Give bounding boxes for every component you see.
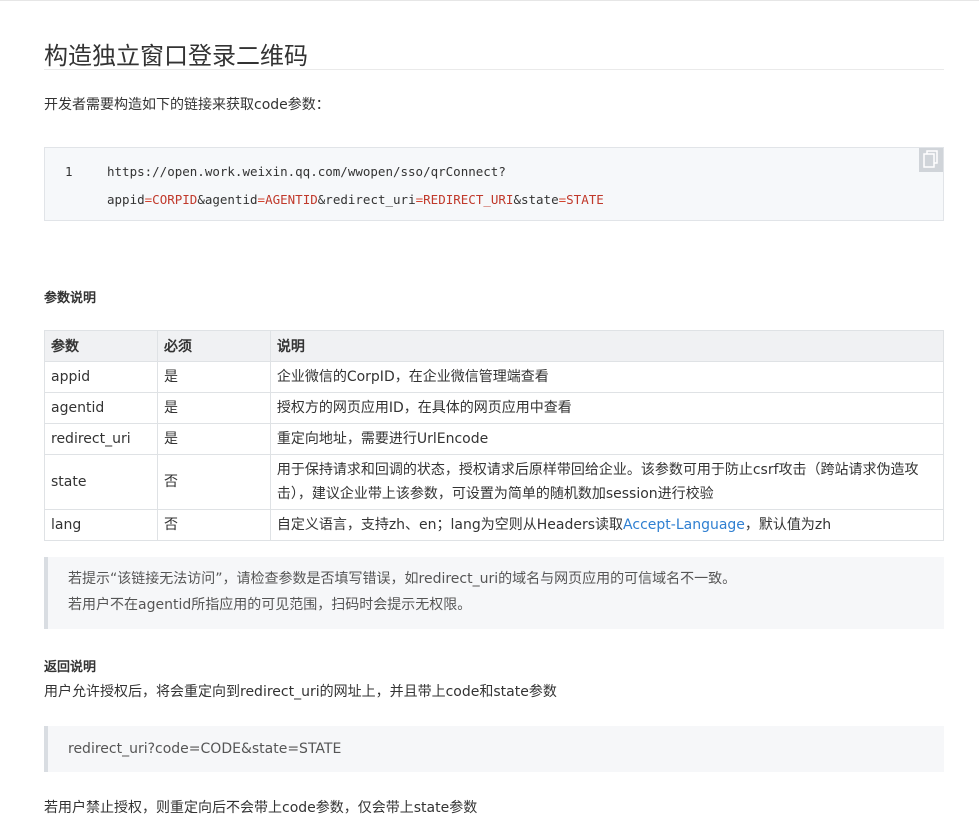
code-token: AGENTID [265, 192, 318, 207]
params-table: 参数 必须 说明 appid 是 企业微信的CorpID，在企业微信管理端查看 … [44, 330, 945, 541]
param-desc: 企业微信的CorpID，在企业微信管理端查看 [269, 361, 945, 393]
code-params-line: appid=CORPID&agentid=AGENTID&redirect_ur… [107, 192, 604, 207]
return-code: redirect_uri?code=CODE&state=STATE [68, 741, 342, 757]
param-required: 是 [156, 423, 271, 455]
accept-language-link[interactable]: Accept-Language [623, 517, 745, 533]
code-block: 1 https://open.work.weixin.qq.com/wwopen… [44, 147, 944, 221]
code-line-number: 1 [65, 164, 73, 179]
code-token: appid [107, 192, 145, 207]
param-required: 是 [156, 392, 271, 424]
desc-text: 自定义语言，支持zh、en；lang为空则从Headers读取 [276, 517, 624, 533]
code-token: CORPID [152, 192, 198, 207]
code-token: &agentid [197, 192, 258, 207]
intro-text: 开发者需要构造如下的链接来获取code参数： [44, 97, 330, 113]
header-desc: 说明 [269, 330, 945, 362]
return-heading: 返回说明 [44, 660, 97, 675]
param-required: 是 [156, 361, 271, 393]
notice-line: 若提示“该链接无法访问”，请检查参数是否填写错误，如redirect_uri的域… [68, 571, 737, 587]
title-divider [44, 69, 944, 70]
table-row: lang 否 自定义语言，支持zh、en；lang为空则从Headers读取Ac… [44, 509, 945, 541]
param-name: redirect_uri [44, 423, 158, 455]
code-url-line: https://open.work.weixin.qq.com/wwopen/s… [107, 164, 506, 179]
table-row: state 否 用于保持请求和回调的状态，授权请求后原样带回给企业。该参数可用于… [44, 454, 945, 510]
param-desc: 授权方的网页应用ID，在具体的网页应用中查看 [269, 392, 945, 424]
table-row: redirect_uri 是 重定向地址，需要进行UrlEncode [44, 423, 945, 455]
param-required: 否 [156, 509, 271, 541]
param-name: appid [44, 361, 158, 393]
param-name: agentid [44, 392, 158, 424]
code-token: &redirect_uri [317, 192, 416, 207]
copy-icon [923, 149, 939, 171]
table-row: agentid 是 授权方的网页应用ID，在具体的网页应用中查看 [44, 392, 945, 424]
return-text: 用户允许授权后，将会重定向到redirect_uri的网址上，并且带上code和… [44, 684, 557, 700]
table-header-row: 参数 必须 说明 [44, 330, 945, 362]
code-token: REDIRECT_URI [423, 192, 514, 207]
param-desc: 重定向地址，需要进行UrlEncode [269, 423, 945, 455]
page-title: 构造独立窗口登录二维码 [44, 42, 308, 71]
code-token: STATE [566, 192, 604, 207]
param-desc: 自定义语言，支持zh、en；lang为空则从Headers读取Accept-La… [269, 509, 945, 541]
code-token: = [558, 192, 567, 207]
code-token: = [415, 192, 424, 207]
desc-text: ，默认值为zh [744, 517, 832, 533]
code-token: = [257, 192, 266, 207]
notice-box: 若提示“该链接无法访问”，请检查参数是否填写错误，如redirect_uri的域… [44, 557, 944, 629]
table-row: appid 是 企业微信的CorpID，在企业微信管理端查看 [44, 361, 945, 393]
deny-text: 若用户禁止授权，则重定向后不会带上code参数，仅会带上state参数 [44, 800, 478, 816]
params-heading: 参数说明 [44, 291, 97, 306]
param-name: state [44, 454, 158, 510]
param-name: lang [44, 509, 158, 541]
param-desc: 用于保持请求和回调的状态，授权请求后原样带回给企业。该参数可用于防止csrf攻击… [269, 454, 945, 510]
header-required: 必须 [156, 330, 271, 362]
notice-line: 若用户不在agentid所指应用的可见范围，扫码时会提示无权限。 [68, 597, 472, 613]
top-divider [0, 0, 979, 1]
code-token: &state [513, 192, 559, 207]
return-code-box: redirect_uri?code=CODE&state=STATE [44, 726, 944, 772]
header-param: 参数 [44, 330, 158, 362]
copy-button[interactable] [919, 148, 943, 172]
param-required: 否 [156, 454, 271, 510]
